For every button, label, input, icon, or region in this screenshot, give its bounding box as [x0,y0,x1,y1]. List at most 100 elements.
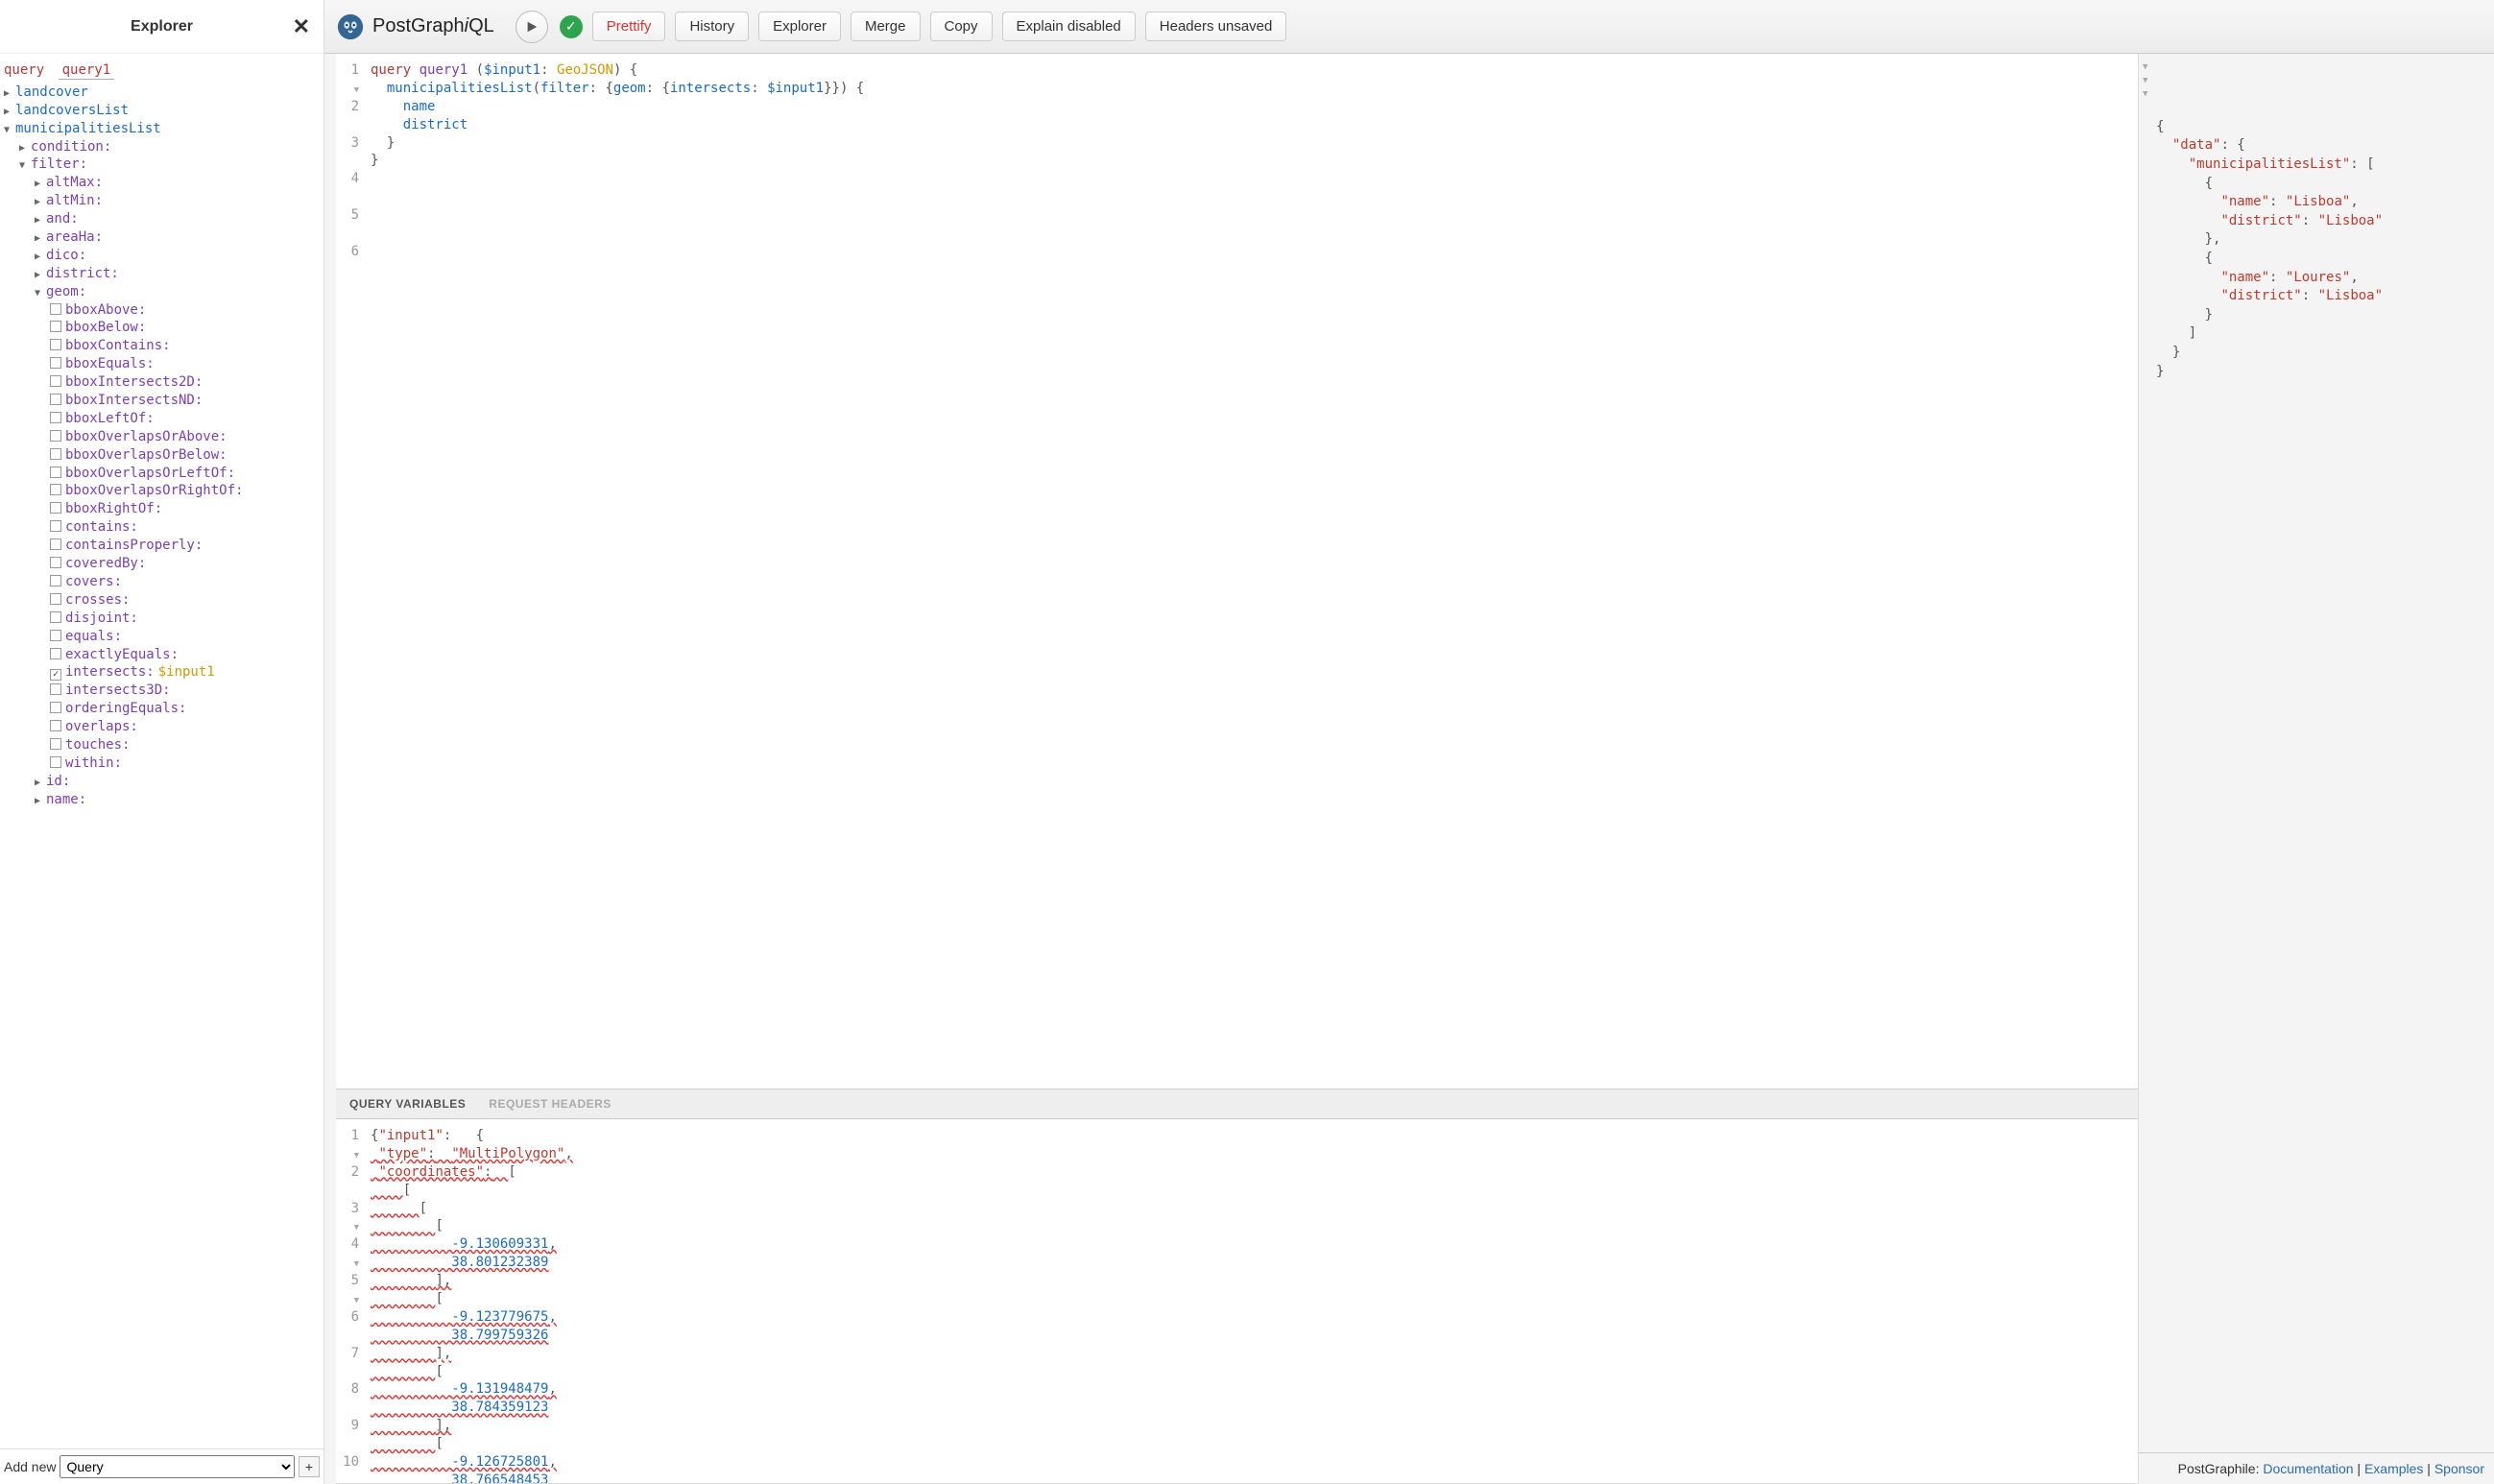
checkbox[interactable] [50,357,61,369]
copy-button[interactable]: Copy [930,12,993,41]
tab-request-headers[interactable]: REQUEST HEADERS [489,1097,612,1111]
tree-node[interactable]: ▶landcover [4,84,318,102]
tree-node[interactable]: touches: [4,736,318,754]
tree-node[interactable]: bboxAbove: [4,301,318,320]
checkbox[interactable] [50,448,61,460]
disclosure-icon[interactable]: ▶ [35,251,46,264]
checkbox[interactable] [50,756,61,768]
tree-node[interactable]: equals: [4,628,318,646]
tree-node[interactable]: bboxIntersectsND: [4,392,318,410]
checkbox[interactable] [50,375,61,387]
tree-node[interactable]: within: [4,754,318,773]
tree-node[interactable]: ▼geom: [4,283,318,301]
checkbox[interactable] [50,593,61,605]
checkbox[interactable] [50,557,61,568]
tree-node[interactable]: disjoint: [4,610,318,628]
disclosure-icon[interactable]: ▶ [35,232,46,246]
tree-node[interactable]: bboxOverlapsOrLeftOf: [4,465,318,483]
explorer-query-row[interactable]: query query1 [4,61,318,80]
checkbox[interactable] [50,669,61,681]
tree-node[interactable]: ▶id: [4,773,318,791]
tree-node[interactable]: coveredBy: [4,555,318,573]
tree-node[interactable]: covers: [4,573,318,591]
tree-node[interactable]: bboxContains: [4,337,318,355]
checkbox[interactable] [50,702,61,713]
query-editor[interactable]: 1 ▼2 3 4 5 6 query query1 ($input1: GeoJ… [336,54,2138,1089]
disclosure-icon[interactable]: ▶ [4,87,15,101]
results-output[interactable]: ▼▼▼ { "data": { "municipalitiesList": [ … [2139,54,2494,1452]
add-new-button[interactable]: + [299,1456,320,1477]
checkbox[interactable] [50,611,61,623]
checkbox[interactable] [50,630,61,641]
tree-node[interactable]: ▶altMax: [4,174,318,192]
disclosure-icon[interactable]: ▼ [19,159,31,173]
explorer-close-icon[interactable]: ✕ [293,14,310,39]
checkbox[interactable] [50,484,61,495]
disclosure-icon[interactable]: ▶ [35,269,46,282]
disclosure-icon[interactable]: ▼ [4,124,15,137]
tree-node[interactable]: bboxRightOf: [4,500,318,518]
checkbox[interactable] [50,648,61,659]
checkbox[interactable] [50,467,61,478]
tree-node[interactable]: bboxIntersects2D: [4,373,318,392]
checkbox[interactable] [50,303,61,315]
tree-node[interactable]: intersects:$input1 [4,663,318,682]
explain-button[interactable]: Explain disabled [1002,12,1136,41]
tree-node[interactable]: crosses: [4,591,318,610]
checkbox[interactable] [50,502,61,514]
tree-node[interactable]: bboxLeftOf: [4,410,318,428]
tree-node[interactable]: ▶areaHa: [4,228,318,247]
tree-node[interactable]: ▶district: [4,265,318,283]
tree-node[interactable]: ▼filter: [4,156,318,174]
tree-node[interactable]: orderingEquals: [4,700,318,718]
checkbox[interactable] [50,738,61,750]
disclosure-icon[interactable]: ▶ [19,142,31,156]
disclosure-icon[interactable]: ▶ [4,106,15,119]
tree-node[interactable]: ▶altMin: [4,192,318,210]
checkbox[interactable] [50,539,61,550]
query-code[interactable]: query query1 ($input1: GeoJSON) { munici… [365,54,2138,1089]
tree-node[interactable]: ▼municipalitiesList [4,120,318,138]
prettify-button[interactable]: Prettify [592,12,666,41]
tree-node[interactable]: containsProperly: [4,537,318,555]
variables-code[interactable]: {"input1": { "type": "MultiPolygon", "co… [365,1119,2138,1483]
tree-node[interactable]: bboxBelow: [4,319,318,337]
tree-node[interactable]: contains: [4,518,318,537]
checkbox[interactable] [50,412,61,423]
tree-node[interactable]: exactlyEquals: [4,646,318,664]
tree-node[interactable]: ▶and: [4,210,318,228]
tree-node[interactable]: bboxOverlapsOrRightOf: [4,482,318,500]
footer-link-sponsor[interactable]: Sponsor [2434,1461,2484,1476]
history-button[interactable]: History [675,12,749,41]
tree-node[interactable]: intersects3D: [4,682,318,700]
query-name-input[interactable]: query1 [59,62,115,80]
tree-node[interactable]: bboxEquals: [4,355,318,373]
disclosure-icon[interactable]: ▶ [35,214,46,227]
disclosure-icon[interactable]: ▼ [35,287,46,300]
checkbox[interactable] [50,430,61,442]
headers-button[interactable]: Headers unsaved [1145,12,1287,41]
disclosure-icon[interactable]: ▶ [35,795,46,808]
tree-node[interactable]: ▶landcoversList [4,102,318,120]
checkbox[interactable] [50,683,61,695]
tree-node[interactable]: bboxOverlapsOrAbove: [4,428,318,446]
tree-node[interactable]: ▶dico: [4,247,318,265]
tree-node[interactable]: ▶condition: [4,138,318,156]
add-new-select[interactable]: Query [60,1455,295,1478]
execute-button[interactable] [516,11,548,43]
tree-node[interactable]: overlaps: [4,718,318,736]
tab-query-variables[interactable]: QUERY VARIABLES [349,1097,466,1111]
checkbox[interactable] [50,339,61,350]
tree-node[interactable]: ▶name: [4,791,318,809]
footer-link-examples[interactable]: Examples [2364,1461,2423,1476]
checkbox[interactable] [50,520,61,532]
disclosure-icon[interactable]: ▶ [35,178,46,191]
checkbox[interactable] [50,575,61,586]
explorer-button[interactable]: Explorer [758,12,841,41]
explorer-tree[interactable]: query query1 ▶landcover▶landcoversList▼m… [0,54,324,1448]
disclosure-icon[interactable]: ▶ [35,196,46,209]
checkbox[interactable] [50,394,61,405]
disclosure-icon[interactable]: ▶ [35,777,46,790]
variables-editor[interactable]: 1 ▼2 3 ▼4 ▼5 ▼6 7 8 9 10 11 12 13 14 15 … [336,1119,2138,1484]
footer-link-docs[interactable]: Documentation [2263,1461,2353,1476]
